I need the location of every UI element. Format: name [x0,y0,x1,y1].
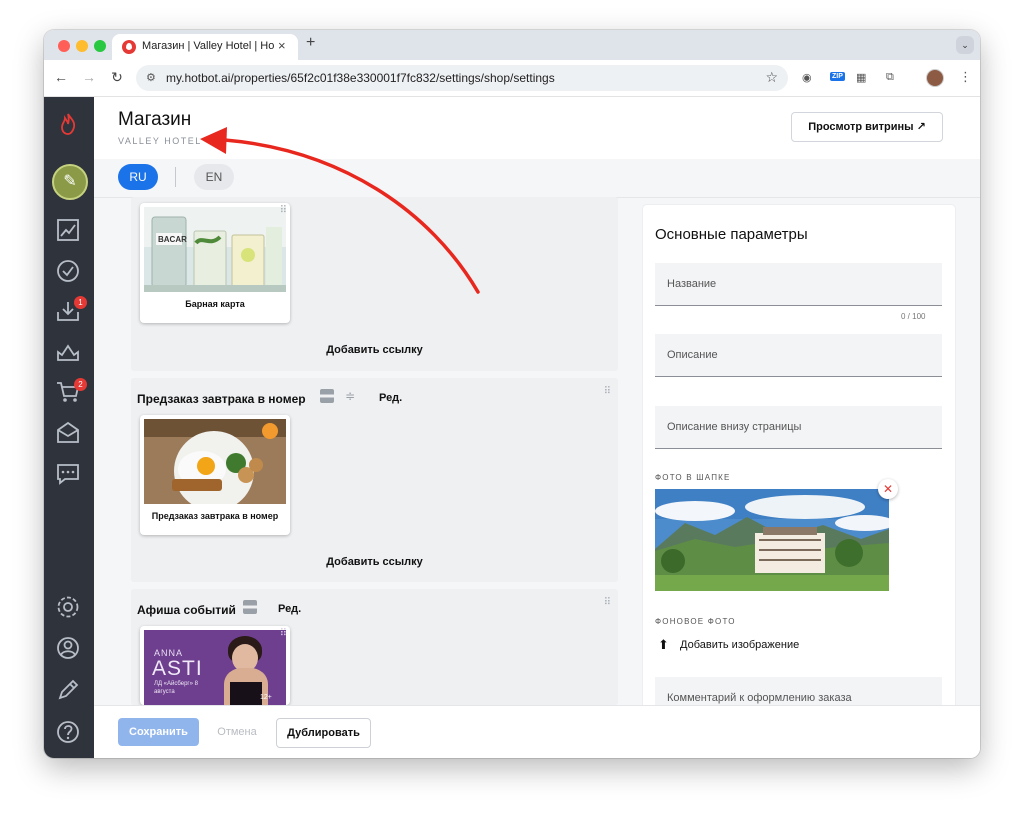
section-drag-handle-icon[interactable]: ⠿ [604,597,611,608]
add-link-button[interactable]: Добавить ссылку [131,344,618,356]
tab-title: Магазин | Valley Hotel | Hotbot [142,40,274,52]
name-placeholder: Название [667,278,717,290]
language-en-button[interactable]: EN [194,164,234,190]
url-text[interactable]: my.hotbot.ai/properties/65f2c01f38e33000… [166,71,555,85]
app-main: Магазин VALLEY HOTEL Просмотр витрины ↗ … [94,97,980,758]
hotbot-favicon-icon [122,40,136,54]
poster-details: ЛД «Айсберг» 8 августа [154,681,198,695]
forward-icon[interactable]: → [80,69,98,85]
browser-window: Магазин | Valley Hotel | Hotbot × + ⌄ ← … [44,30,980,758]
event-poster-tile[interactable]: ANNA ASTI ЛД «Айсберг» 8 августа 12+ ⠿ [140,626,290,705]
background-photo-label: ФОНОВОЕ ФОТО [655,617,736,626]
name-field[interactable]: Название [655,263,942,306]
flame-logo-icon[interactable] [58,113,78,141]
chat-icon[interactable] [54,461,82,489]
description-placeholder: Описание [667,349,718,361]
panel-title: Основные параметры [655,226,808,243]
menu-icon[interactable]: ⋮ [959,69,972,85]
close-window-button[interactable] [58,40,70,52]
poster-figure-top [230,682,262,705]
footer-actions: Сохранить Отмена Дублировать [94,705,980,758]
star-icon[interactable]: ☆ [765,69,778,86]
language-divider [175,167,176,187]
minimize-window-button[interactable] [76,40,88,52]
name-char-counter: 0 / 100 [901,312,926,321]
qr-icon[interactable]: ▦ [856,71,866,84]
mail-icon[interactable] [54,420,82,448]
profile-avatar[interactable] [926,69,944,87]
add-link-button[interactable]: Добавить ссылку [131,556,618,568]
bottom-description-placeholder: Описание внизу страницы [667,421,802,433]
tile-drag-handle-icon[interactable]: ⠿ [280,205,287,216]
shop-section-bar: BACAR ⠿ Барная карта Добавить ссылку [131,197,618,371]
extensions-icon[interactable]: ⧉ [886,71,894,84]
camera-icon[interactable]: ◉ [802,71,812,84]
tab-search-chevron-icon[interactable]: ⌄ [956,36,974,54]
breakfast-label: Предзаказ завтрака в номер [151,511,279,521]
address-bar[interactable]: ⚙ my.hotbot.ai/properties/65f2c01f38e330… [136,65,788,91]
bar-menu-image: BACAR [144,207,286,292]
sidebar: ✎ 1 2 [44,97,94,758]
header-photo-label: ФОТО В ШАПКЕ [655,473,731,482]
browser-tab[interactable]: Магазин | Valley Hotel | Hotbot × [112,34,298,60]
help-icon[interactable] [54,719,82,747]
poster-age-rating: 12+ [260,694,272,701]
crown-icon[interactable] [54,339,82,367]
event-poster-image: ANNA ASTI ЛД «Айсберг» 8 августа 12+ [144,630,286,705]
remove-header-photo-button[interactable]: ✕ [878,479,898,499]
upload-icon: ⬆ [658,637,669,652]
page-title: Магазин [118,109,192,130]
poster-artist-last: ASTI [152,657,203,680]
main-settings-panel: Основные параметры Название 0 / 100 Опис… [643,205,955,758]
storefront-preview-button[interactable]: Просмотр витрины ↗ [791,112,943,142]
section-title: Афиша событий [137,603,236,617]
pencil-icon[interactable] [54,677,82,705]
analytics-icon[interactable] [54,217,82,245]
site-settings-icon[interactable]: ⚙ [146,71,156,84]
cancel-button[interactable]: Отмена [207,718,267,746]
property-avatar[interactable]: ✎ [52,164,88,200]
back-icon[interactable]: ← [52,69,70,85]
property-name: VALLEY HOTEL [118,136,202,146]
tile-drag-handle-icon[interactable]: ⠿ [280,628,287,639]
section-drag-handle-icon[interactable]: ⠿ [604,386,611,397]
settings-icon[interactable] [54,594,82,622]
new-tab-button[interactable]: + [306,34,315,52]
user-icon[interactable] [54,635,82,663]
breakfast-tile[interactable]: Предзаказ завтрака в номер [140,415,290,535]
bottom-description-field[interactable]: Описание внизу страницы [655,406,942,449]
description-field[interactable]: Описание [655,334,942,377]
edit-section-button[interactable]: Ред. [278,603,301,615]
edit-section-button[interactable]: Ред. [379,392,402,404]
zoom-window-button[interactable] [94,40,106,52]
shop-section-events: Афиша событий Ред. ⠿ ANNA ASTI ЛД «Айсбе… [131,589,618,705]
layout-toggle-icon[interactable] [243,600,257,614]
tab-strip: Магазин | Valley Hotel | Hotbot × + ⌄ [44,30,980,60]
zip-extension-icon[interactable]: ZIP [830,72,845,81]
tab-close-icon[interactable]: × [278,38,286,53]
duplicate-button[interactable]: Дублировать [276,718,371,748]
add-image-label: Добавить изображение [680,639,800,651]
bar-menu-label: Барная карта [185,299,245,309]
page-header: Магазин VALLEY HOTEL Просмотр витрины ↗ [94,97,980,160]
reload-icon[interactable]: ↻ [108,69,126,86]
layout-toggle-icon[interactable] [320,389,334,403]
save-button[interactable]: Сохранить [118,718,199,746]
language-switcher: RU EN [94,159,980,198]
shop-section-breakfast: Предзаказ завтрака в номер ≑ Ред. ⠿ Пред… [131,378,618,582]
bar-menu-tile[interactable]: BACAR ⠿ Барная карта [140,203,290,323]
cart-badge: 2 [74,378,87,391]
divider-toggle-icon[interactable]: ≑ [343,389,357,403]
language-ru-button[interactable]: RU [118,164,158,190]
svg-text:BACAR: BACAR [158,235,187,244]
inbox-badge: 1 [74,296,87,309]
section-title: Предзаказ завтрака в номер [137,392,306,406]
check-icon[interactable] [54,258,82,286]
order-comment-placeholder: Комментарий к оформлению заказа [667,692,852,704]
breakfast-image [144,419,286,504]
header-photo[interactable] [655,489,889,591]
